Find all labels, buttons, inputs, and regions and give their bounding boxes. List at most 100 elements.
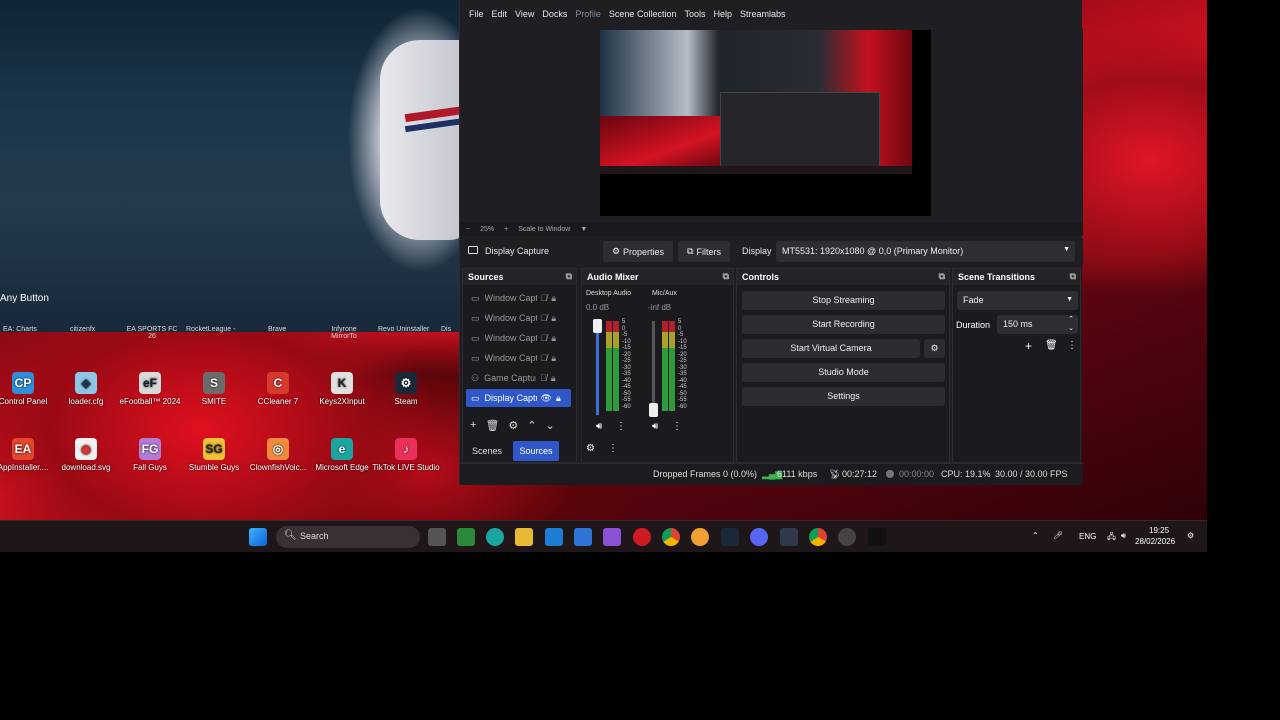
desktop-icon-steam[interactable]: ⚙ Steam	[370, 372, 442, 406]
trash-icon[interactable]: 🗑︎	[1045, 340, 1058, 351]
chrome-canary-icon[interactable]	[691, 528, 709, 546]
virtual-camera-settings-button[interactable]: ⚙	[924, 339, 945, 358]
add-icon[interactable]: +	[470, 419, 476, 435]
undock-icon[interactable]: ⧉	[1070, 271, 1076, 282]
scale-mode[interactable]: Scale to Window	[518, 226, 570, 233]
transition-select[interactable]: Fade ▼	[957, 291, 1078, 310]
desktop-icon-stumble-guys[interactable]: SG Stumble Guys	[178, 438, 250, 472]
stop-streaming-button[interactable]: Stop Streaming	[742, 291, 945, 310]
start-virtual-camera-button[interactable]: Start Virtual Camera	[742, 339, 920, 358]
scale-dropdown-icon[interactable]: ▼	[580, 226, 587, 233]
discord-icon[interactable]	[750, 528, 768, 546]
menu-file[interactable]: File	[469, 9, 484, 19]
lock-icon[interactable]: 🔒︎	[551, 313, 556, 324]
mic-aux-slider-handle[interactable]	[649, 403, 658, 417]
more-options-icon[interactable]: ⋮	[616, 421, 626, 432]
preview-canvas[interactable]	[600, 30, 931, 216]
mic-aux-volume-slider[interactable]	[652, 321, 655, 415]
clock-time[interactable]: 19:25	[1149, 526, 1169, 535]
start-recording-button[interactable]: Start Recording	[742, 315, 945, 334]
desktop-icon-fall-guys[interactable]: FG Fall Guys	[114, 438, 186, 472]
filters-button[interactable]: ⧉ Filters	[678, 241, 730, 262]
chrome-icon[interactable]	[809, 528, 827, 546]
speaker-icon[interactable]: 🔊︎	[596, 421, 602, 432]
more-options-icon[interactable]: ⋮	[672, 421, 682, 432]
source-item[interactable]: ▭ Window Capture 👁̸🔒︎	[466, 349, 571, 367]
desktop-icon-smite[interactable]: S SMITE	[178, 372, 250, 406]
menu-view[interactable]: View	[515, 9, 534, 19]
lock-icon[interactable]: 🔒︎	[551, 373, 556, 384]
mixer-menu-icon[interactable]: ⋮	[608, 443, 618, 454]
nvidia-icon[interactable]	[457, 528, 475, 546]
advanced-audio-icon[interactable]: ⚙	[586, 443, 595, 454]
lock-icon[interactable]: 🔒︎	[556, 393, 561, 404]
file-explorer-icon[interactable]	[515, 528, 533, 546]
move-down-icon[interactable]: ⌄	[546, 419, 555, 435]
more-options-icon[interactable]: ⋮	[1067, 340, 1077, 351]
stepper-arrows-icon[interactable]: ⌃ ⌄	[1068, 315, 1074, 333]
desktop-icon-loader[interactable]: ◆ loader.cfg	[50, 372, 122, 406]
trash-icon[interactable]: 🗑︎	[485, 419, 499, 435]
taskbar-search[interactable]: 🔍︎ Search	[276, 526, 420, 548]
zoom-in-button[interactable]: +	[504, 226, 508, 233]
source-item[interactable]: ▭ Window Capture 👁̸🔒︎	[466, 309, 571, 327]
steam-icon[interactable]	[721, 528, 739, 546]
mail-icon[interactable]	[545, 528, 563, 546]
gear-icon[interactable]: ⚙	[508, 419, 518, 435]
app-icon[interactable]	[780, 528, 798, 546]
desktop-audio-slider-handle[interactable]	[593, 319, 602, 333]
undock-icon[interactable]: ⧉	[939, 271, 945, 282]
visibility-icon[interactable]: 👁	[541, 393, 552, 404]
visibility-hidden-icon[interactable]: 👁̸	[541, 313, 548, 323]
notification-icon[interactable]: ⚙	[1187, 531, 1194, 540]
menu-tools[interactable]: Tools	[684, 9, 705, 19]
settings-button[interactable]: Settings	[742, 387, 945, 406]
tab-scenes[interactable]: Scenes	[465, 441, 509, 461]
volume-icon[interactable]: 🔊︎	[1121, 531, 1126, 541]
clock-date[interactable]: 28/02/2026	[1135, 537, 1175, 546]
menu-edit[interactable]: Edit	[492, 9, 508, 19]
menu-help[interactable]: Help	[713, 9, 732, 19]
app-icon[interactable]	[603, 528, 621, 546]
menu-profile[interactable]: Profile	[575, 9, 601, 19]
desktop-icon-clownfish[interactable]: ◎ ClownfishVoic...	[242, 438, 314, 472]
lock-icon[interactable]: 🔒︎	[551, 333, 556, 344]
desktop-icon-efootball[interactable]: eF eFootball™ 2024	[114, 372, 186, 406]
visibility-hidden-icon[interactable]: 👁̸	[541, 333, 548, 343]
desktop-icon-tiktok-live[interactable]: ♪ TikTok LIVE Studio	[370, 438, 442, 472]
edge-icon[interactable]	[486, 528, 504, 546]
desktop-icon-ccleaner[interactable]: C CCleaner 7	[242, 372, 314, 406]
properties-button[interactable]: ⚙ Properties	[603, 241, 673, 262]
zoom-out-button[interactable]: −	[466, 226, 470, 233]
source-item[interactable]: ⚇ Game Capture 👁̸ 🔒︎	[466, 369, 571, 387]
chevron-up-icon[interactable]: ⌃	[1032, 531, 1039, 540]
move-up-icon[interactable]: ⌃	[527, 419, 536, 435]
tab-sources[interactable]: Sources	[513, 441, 559, 461]
studio-mode-button[interactable]: Studio Mode	[742, 363, 945, 382]
obs-icon[interactable]	[838, 528, 856, 546]
undock-icon[interactable]: ⧉	[566, 271, 572, 282]
source-item[interactable]: ▭ Window Capture 👁̸🔒︎	[466, 289, 571, 307]
menu-streamlabs[interactable]: Streamlabs	[740, 9, 786, 19]
microsoft-store-icon[interactable]	[574, 528, 592, 546]
game-window[interactable]: Any Button	[0, 0, 460, 332]
lock-icon[interactable]: 🔒︎	[551, 353, 556, 364]
task-view-icon[interactable]	[428, 528, 446, 546]
opera-icon[interactable]	[633, 528, 651, 546]
add-icon[interactable]: +	[1025, 339, 1032, 353]
menu-scene-collection[interactable]: Scene Collection	[609, 9, 677, 19]
chrome-icon[interactable]	[662, 528, 680, 546]
microphone-icon[interactable]: 🎤︎	[1053, 531, 1063, 540]
desktop-audio-volume-slider[interactable]	[596, 321, 599, 415]
lock-icon[interactable]: 🔒︎	[551, 293, 556, 304]
speaker-icon[interactable]: 🔊︎	[652, 421, 658, 432]
display-select[interactable]: MT5531: 1920x1080 @ 0,0 (Primary Monitor…	[776, 241, 1075, 262]
duration-spinbox[interactable]: 150 ms ⌃ ⌄	[997, 315, 1078, 334]
language-indicator[interactable]: ENG	[1079, 532, 1096, 541]
desktop-icon-download-svg[interactable]: ◉ download.svg	[50, 438, 122, 472]
visibility-hidden-icon[interactable]: 👁̸	[541, 353, 548, 363]
menu-docks[interactable]: Docks	[542, 9, 567, 19]
visibility-hidden-icon[interactable]: 👁̸	[541, 293, 548, 303]
network-icon[interactable]: 🖧	[1107, 531, 1116, 545]
windows-start-icon[interactable]	[249, 528, 267, 546]
